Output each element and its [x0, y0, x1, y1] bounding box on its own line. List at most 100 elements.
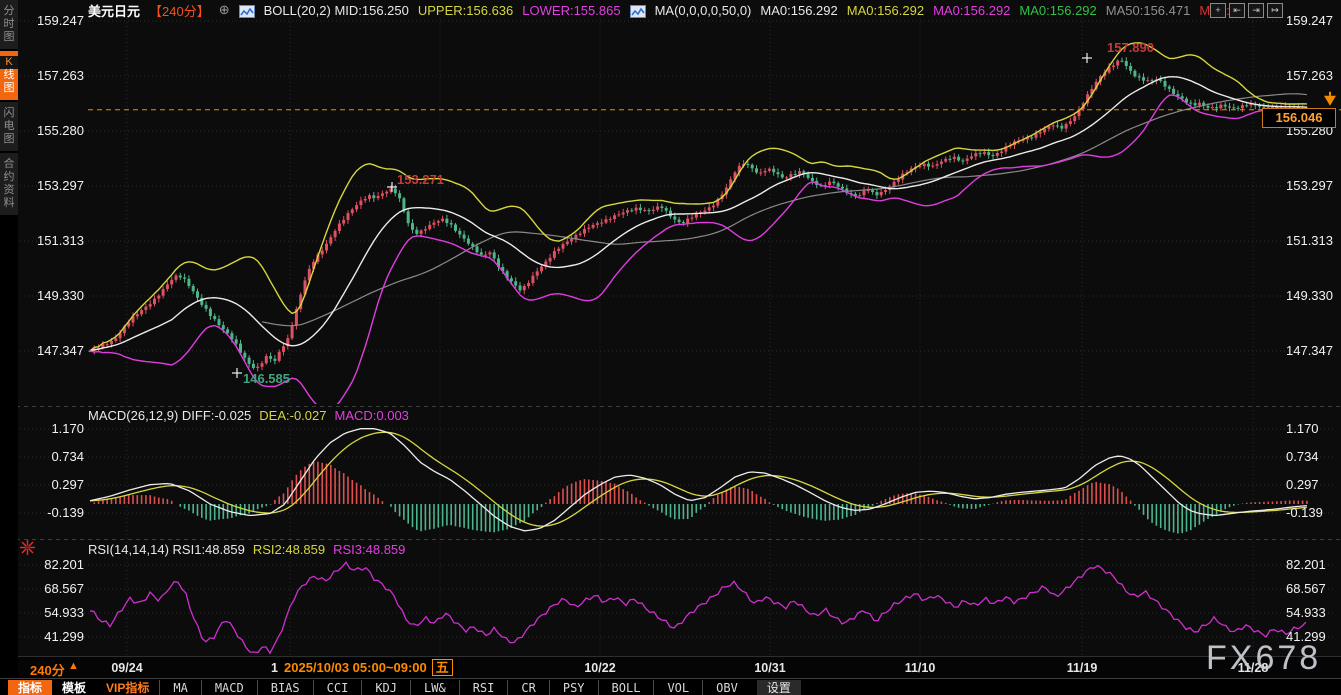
- toolbar-item-cr[interactable]: CR: [507, 680, 548, 695]
- toolbar-item-psy[interactable]: PSY: [549, 680, 598, 695]
- price-axis-label: 151.313: [1286, 234, 1336, 248]
- scale-left-axis-icon[interactable]: ⇤: [1229, 3, 1245, 18]
- time-axis: 240分 ▲ 1 13 2025/10/03 05:00~09:00五 09/2…: [0, 656, 1341, 679]
- bar-datetime-tooltip: 2025/10/03 05:00~09:00五: [280, 658, 457, 677]
- toolbar-item-obv[interactable]: OBV: [702, 680, 751, 695]
- boll-chart-icon: [239, 5, 255, 18]
- price-annotation: 146.585: [243, 371, 290, 386]
- price-axis-label: 159.247: [34, 14, 84, 28]
- window-icons: +⇤⇥↦: [1210, 3, 1283, 18]
- price-panel: [89, 43, 1309, 410]
- price-axis-label: 149.330: [1286, 289, 1336, 303]
- ma-params: MA(0,0,0,0,50,0): [655, 3, 752, 18]
- rsi-header: RSI(14,14,14) RSI1:48.859 RSI2:48.859 RSI3…: [88, 542, 413, 557]
- date-label: 11/19: [1067, 661, 1098, 675]
- price-axis-label: 153.297: [1286, 179, 1336, 193]
- toolbar-item-kdj[interactable]: KDJ: [361, 680, 410, 695]
- ma50-line: [262, 94, 1307, 326]
- price-axis-label: 157.263: [34, 69, 84, 83]
- boll-upper-line: [90, 43, 1307, 351]
- macd-axis-label: 0.734: [1286, 450, 1336, 464]
- add-indicator-icon[interactable]: ⊕: [219, 2, 230, 18]
- candles: [89, 57, 1309, 371]
- sidebar-tab-contract-info[interactable]: 合约资料: [0, 153, 18, 215]
- toolbar-item-bias[interactable]: BIAS: [257, 680, 313, 695]
- sidebar-tab-kline-chart[interactable]: K线图: [0, 51, 18, 100]
- ma0-value-2: MA0:156.292: [847, 3, 924, 18]
- toolbar-item-boll[interactable]: BOLL: [598, 680, 654, 695]
- macd-header-value: DEA:-0.027: [259, 408, 326, 423]
- rsi-axis-label: 82.201: [34, 558, 84, 572]
- macd-axis-label: 1.170: [1286, 422, 1336, 436]
- price-alert-marker: [1324, 92, 1336, 106]
- macd-header-value: MACD:0.003: [334, 408, 408, 423]
- date-label: 11/10: [905, 661, 936, 675]
- toolbar-item-settings[interactable]: 设置: [757, 680, 801, 695]
- sidebar-tab-time-share-chart[interactable]: 分时图: [0, 0, 18, 49]
- date-label: 10/31: [754, 661, 785, 675]
- price-axis-label: 153.297: [34, 179, 84, 193]
- rsi-panel: [90, 562, 1306, 653]
- toolbar-item-indicator[interactable]: 指标: [8, 680, 52, 695]
- sidebar: 分时图 K线图闪电图合约资料: [0, 0, 18, 695]
- sidebar-tab-flash-chart[interactable]: 闪电图: [0, 102, 18, 151]
- macd-header: MACD(26,12,9) DIFF:-0.025 DEA:-0.027 MACD:…: [88, 408, 417, 423]
- brand-watermark: FX678: [1206, 639, 1321, 678]
- rsi-axis-label: 41.299: [34, 630, 84, 644]
- symbol-title: 美元日元: [88, 1, 140, 20]
- price-axis-label: 149.330: [34, 289, 84, 303]
- period-label[interactable]: 240分: [30, 660, 65, 679]
- current-price-tag: 156.046: [1262, 108, 1336, 128]
- scale-right-axis-icon[interactable]: ⇥: [1248, 3, 1264, 18]
- macd-axis-label: 0.297: [34, 478, 84, 492]
- macd-diff-line: [90, 429, 1307, 531]
- rsi-line: [90, 562, 1306, 653]
- kline-chart-app: 分时图K线图闪电图合约资料 美元日元【240分】⊕BOLL(20,2) MID:…: [0, 0, 1341, 695]
- chart-canvas[interactable]: [0, 0, 1341, 695]
- boll-lower-value: LOWER:155.865: [522, 3, 620, 18]
- macd-header-value: MACD(26,12,9) DIFF:-0.025: [88, 408, 251, 423]
- ma50-value: MA50:156.471: [1106, 3, 1191, 18]
- crosshair-move-icon[interactable]: +: [1210, 3, 1226, 18]
- toolbar-item-macd[interactable]: MACD: [201, 680, 257, 695]
- macd-axis-label: 0.297: [1286, 478, 1336, 492]
- rsi-header-value: RSI3:48.859: [333, 542, 405, 557]
- toolbar-item-template[interactable]: 模板: [52, 680, 96, 695]
- price-axis-label: 159.247: [1286, 14, 1336, 28]
- macd-axis-label: 0.734: [34, 450, 84, 464]
- macd-axis-label: 1.170: [34, 422, 84, 436]
- ma-chart-icon: [630, 5, 646, 18]
- rsi-axis-label: 54.933: [1286, 606, 1336, 620]
- toolbar-item-lwr[interactable]: LW&: [410, 680, 459, 695]
- boll-lower-line: [90, 95, 1307, 410]
- toolbar-item-ma[interactable]: MA: [159, 680, 200, 695]
- boll-upper-value: UPPER:156.636: [418, 3, 513, 18]
- macd-histogram: [94, 462, 1307, 534]
- rsi-axis-label: 68.567: [34, 582, 84, 596]
- detach-window-icon[interactable]: ↦: [1267, 3, 1283, 18]
- price-annotation: 157.890: [1107, 40, 1154, 55]
- price-axis-label: 151.313: [34, 234, 84, 248]
- toolbar-item-vol[interactable]: VOL: [653, 680, 702, 695]
- boll-mid-value: BOLL(20,2) MID:156.250: [264, 3, 409, 18]
- date-fragment-left: 1: [271, 661, 278, 675]
- ma0-value-1: MA0:156.292: [760, 3, 837, 18]
- ma0-value-4: MA0:156.292: [1019, 3, 1096, 18]
- toolbar-item-vip-indicator[interactable]: VIP指标: [96, 680, 159, 695]
- rsi-header-value: RSI2:48.859: [253, 542, 325, 557]
- price-annotation: 153.271: [397, 172, 444, 187]
- indicator-toolbar: 指标模板VIP指标MAMACDBIASCCIKDJLW&RSICRPSYBOLL…: [0, 678, 1341, 695]
- rsi-axis-label: 54.933: [34, 606, 84, 620]
- toolbar-item-rsi[interactable]: RSI: [459, 680, 508, 695]
- date-label: 10/22: [584, 661, 615, 675]
- price-axis-label: 157.263: [1286, 69, 1336, 83]
- toolbar-item-cci[interactable]: CCI: [313, 680, 362, 695]
- period-dropdown-icon[interactable]: ▲: [68, 660, 79, 672]
- date-label: 09/24: [111, 661, 142, 675]
- tooltip-datetime: 2025/10/03 05:00~09:00: [284, 660, 427, 675]
- rsi-axis-label: 82.201: [1286, 558, 1336, 572]
- macd-axis-label: -0.139: [34, 506, 84, 520]
- chart-legend: 美元日元【240分】⊕BOLL(20,2) MID:156.250UPPER:1…: [88, 1, 1237, 19]
- rsi-header-value: RSI(14,14,14) RSI1:48.859: [88, 542, 245, 557]
- ma0-value-3: MA0:156.292: [933, 3, 1010, 18]
